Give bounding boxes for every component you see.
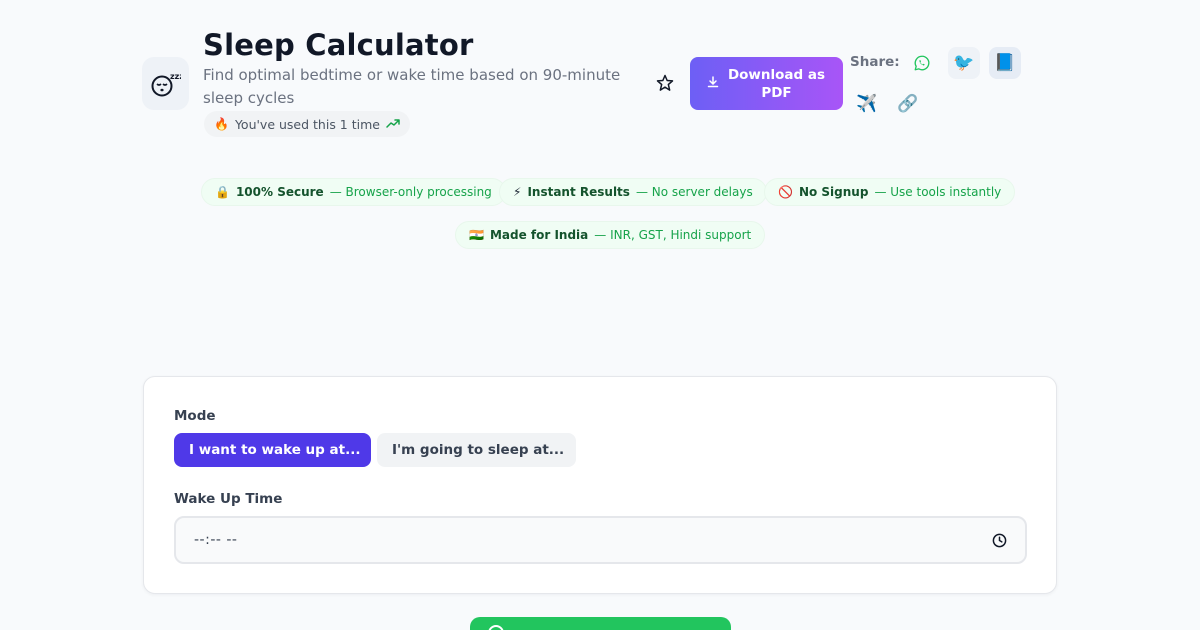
feature-badge-instant: ⚡ Instant Results — No server delays — [499, 178, 767, 206]
trending-up-icon — [386, 117, 400, 131]
download-icon — [707, 75, 719, 93]
calculate-icon — [488, 625, 504, 630]
whatsapp-icon[interactable] — [906, 47, 938, 79]
fire-icon: 🔥 — [214, 117, 229, 131]
feature-title: Made for India — [489, 228, 589, 242]
favorite-star-icon[interactable] — [652, 70, 678, 96]
feature-desc: — No server delays — [635, 185, 753, 199]
download-pdf-label: Download as PDF — [727, 66, 826, 101]
feature-desc: — Use tools instantly — [874, 185, 1002, 199]
feature-desc: — Browser-only processing — [329, 185, 492, 199]
mode-label: Mode — [174, 408, 216, 424]
sleeping-face-zzz-icon: zzz — [142, 57, 189, 110]
time-input-value: --:-- -- — [194, 532, 238, 548]
link-icon[interactable]: 🔗 — [892, 88, 924, 120]
page-subtitle: Find optimal bedtime or wake time based … — [203, 66, 621, 107]
facebook-icon[interactable]: 📘 — [989, 47, 1021, 79]
no-entry-icon: 🚫 — [778, 185, 793, 199]
usage-counter-badge: 🔥 You've used this 1 time — [204, 111, 410, 137]
wake-up-time-label: Wake Up Time — [174, 491, 283, 507]
feature-badge-india: 🇮🇳 Made for India — INR, GST, Hindi supp… — [455, 221, 766, 249]
svg-text:zzz: zzz — [170, 72, 181, 81]
feature-title: No Signup — [798, 185, 869, 199]
wake-up-time-input[interactable]: --:-- -- — [174, 516, 1027, 564]
lock-icon: 🔒 — [215, 185, 230, 199]
feature-badge-secure: 🔒 100% Secure — Browser-only processing — [201, 178, 506, 206]
feature-title: 100% Secure — [235, 185, 324, 199]
mode-wake-up-button[interactable]: I want to wake up at... — [174, 433, 371, 467]
india-flag-icon: 🇮🇳 — [469, 228, 484, 242]
usage-counter-text: You've used this 1 time — [234, 116, 380, 132]
feature-title: Instant Results — [527, 185, 630, 199]
feature-badge-no-signup: 🚫 No Signup — Use tools instantly — [764, 178, 1016, 206]
calculate-button[interactable] — [470, 617, 731, 630]
calculator-card: Mode I want to wake up at... I'm going t… — [143, 376, 1057, 594]
share-label: Share: — [850, 54, 900, 70]
sleep-calculator-page: zzz Sleep Calculator Find optimal bedtim… — [0, 0, 1200, 630]
page-title: Sleep Calculator — [203, 28, 474, 62]
telegram-icon[interactable]: ✈️ — [851, 88, 883, 120]
feature-desc: — INR, GST, Hindi support — [594, 228, 752, 242]
download-pdf-button[interactable]: Download as PDF — [690, 57, 843, 110]
lightning-icon: ⚡ — [513, 185, 522, 199]
twitter-icon[interactable]: 🐦 — [948, 47, 980, 79]
mode-sleep-button[interactable]: I'm going to sleep at... — [377, 433, 576, 467]
clock-icon[interactable] — [992, 533, 1007, 548]
